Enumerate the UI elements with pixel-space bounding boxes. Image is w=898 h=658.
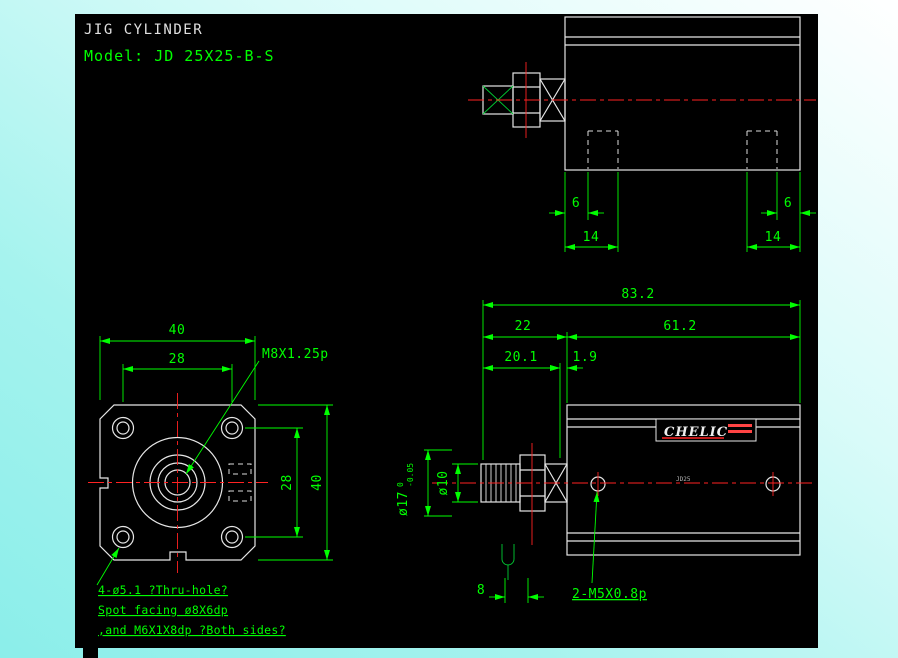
hole-note-line3: ,and M6X1X8dp ?Both sides? bbox=[98, 623, 286, 637]
dim-hole-pitch-v: 28 bbox=[280, 474, 295, 491]
dim-rod-section: 22 bbox=[515, 319, 532, 334]
dim-overall: 83.2 bbox=[621, 287, 654, 302]
boss-tol-lower: -0.05 bbox=[406, 463, 415, 487]
dim-outer-width: 40 bbox=[169, 323, 186, 338]
cad-viewport[interactable]: JIG CYLINDER Model: JD 25X25-B-S 6 14 6 … bbox=[0, 0, 898, 658]
window-artifact bbox=[83, 648, 98, 658]
dim-body-length: 61.2 bbox=[663, 319, 696, 334]
cad-window: JIG CYLINDER Model: JD 25X25-B-S 6 14 6 … bbox=[0, 0, 898, 658]
dim-hole-left: 14 bbox=[583, 230, 600, 245]
dim-outer-height: 40 bbox=[310, 474, 325, 491]
model-label: Model: JD 25X25-B-S bbox=[84, 47, 275, 65]
boss-tol-upper: 0 bbox=[396, 482, 405, 487]
logo-fine-print bbox=[728, 424, 752, 427]
dim-hole-right: 14 bbox=[765, 230, 782, 245]
logo-box: CHELIC bbox=[655, 418, 757, 442]
hole-note-line2: Spot facing ø8X6dp bbox=[98, 603, 228, 617]
dim-rod-length: 20.1 bbox=[504, 350, 537, 365]
svg-text:ø17: ø17 bbox=[396, 491, 411, 516]
dim-rod-dia: ø10 bbox=[436, 471, 451, 496]
dim-hole-pitch-h: 28 bbox=[169, 352, 186, 367]
dim-edge-left: 6 bbox=[572, 196, 580, 211]
dim-spacer: 1.9 bbox=[573, 350, 598, 365]
drawing-title: JIG CYLINDER bbox=[84, 22, 203, 38]
dim-edge-right: 6 bbox=[784, 196, 792, 211]
body-stamp: JD25 bbox=[676, 476, 691, 483]
dim-wrench-flat: 8 bbox=[477, 583, 485, 598]
port-label: 2-M5X0.8p bbox=[572, 587, 647, 602]
hole-note-line1: 4-ø5.1 ?Thru-hole? bbox=[98, 583, 228, 597]
thread-label: M8X1.25p bbox=[262, 347, 329, 362]
logo-fine-print bbox=[728, 430, 752, 433]
